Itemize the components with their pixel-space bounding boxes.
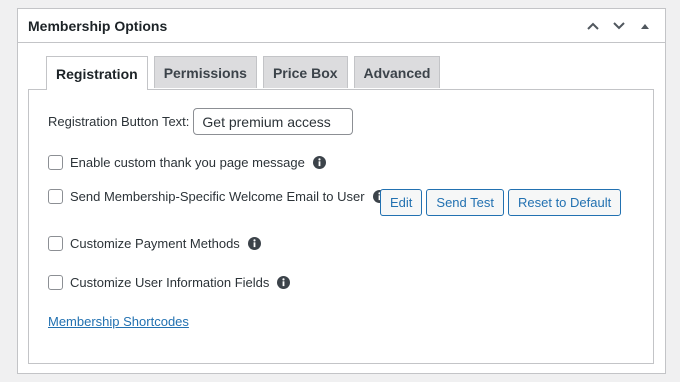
info-icon[interactable]	[277, 276, 291, 289]
button-text-input[interactable]	[193, 108, 354, 135]
payment-methods-label: Customize Payment Methods	[70, 236, 240, 251]
user-fields-label: Customize User Information Fields	[70, 275, 270, 290]
user-fields-checkbox[interactable]	[48, 275, 63, 290]
box-actions	[583, 16, 655, 36]
tab-registration[interactable]: Registration	[46, 56, 148, 90]
send-test-button[interactable]: Send Test	[426, 189, 504, 216]
welcome-email-checkbox[interactable]	[48, 189, 63, 204]
tab-permissions[interactable]: Permissions	[153, 56, 257, 88]
shortcodes-row: Membership Shortcodes	[48, 314, 189, 329]
box-title: Membership Options	[28, 17, 168, 34]
chevron-down-icon[interactable]	[609, 16, 629, 36]
option-row: Customize Payment Methods	[48, 236, 261, 251]
welcome-email-label: Send Membership-Specific Welcome Email t…	[70, 189, 365, 204]
tab-price-box[interactable]: Price Box	[262, 56, 348, 88]
edit-email-button[interactable]: Edit	[380, 189, 423, 216]
tab-bar: Registration Permissions Price Box Advan…	[46, 56, 441, 90]
thank-you-label: Enable custom thank you page message	[70, 155, 305, 170]
chevron-up-icon[interactable]	[583, 16, 603, 36]
option-row: Enable custom thank you page message	[48, 155, 326, 170]
info-icon[interactable]	[312, 156, 326, 169]
thank-you-checkbox[interactable]	[48, 155, 63, 170]
option-row: Customize User Information Fields	[48, 275, 291, 290]
email-button-group: Edit Send Test Reset to Default	[380, 189, 622, 216]
box-header: Membership Options	[18, 9, 665, 43]
button-text-row: Registration Button Text:	[48, 108, 354, 135]
reset-to-default-button[interactable]: Reset to Default	[508, 189, 622, 216]
payment-methods-checkbox[interactable]	[48, 236, 63, 251]
button-text-label: Registration Button Text:	[48, 114, 190, 129]
tab-advanced[interactable]: Advanced	[353, 56, 441, 88]
info-icon[interactable]	[247, 237, 261, 250]
membership-options-box: Membership Options Registration Permissi…	[17, 8, 666, 374]
option-row: Send Membership-Specific Welcome Email t…	[48, 189, 386, 204]
membership-shortcodes-link[interactable]: Membership Shortcodes	[48, 314, 189, 329]
caret-up-icon[interactable]	[635, 16, 655, 36]
registration-panel: Registration Button Text: Enable custom …	[28, 89, 654, 364]
